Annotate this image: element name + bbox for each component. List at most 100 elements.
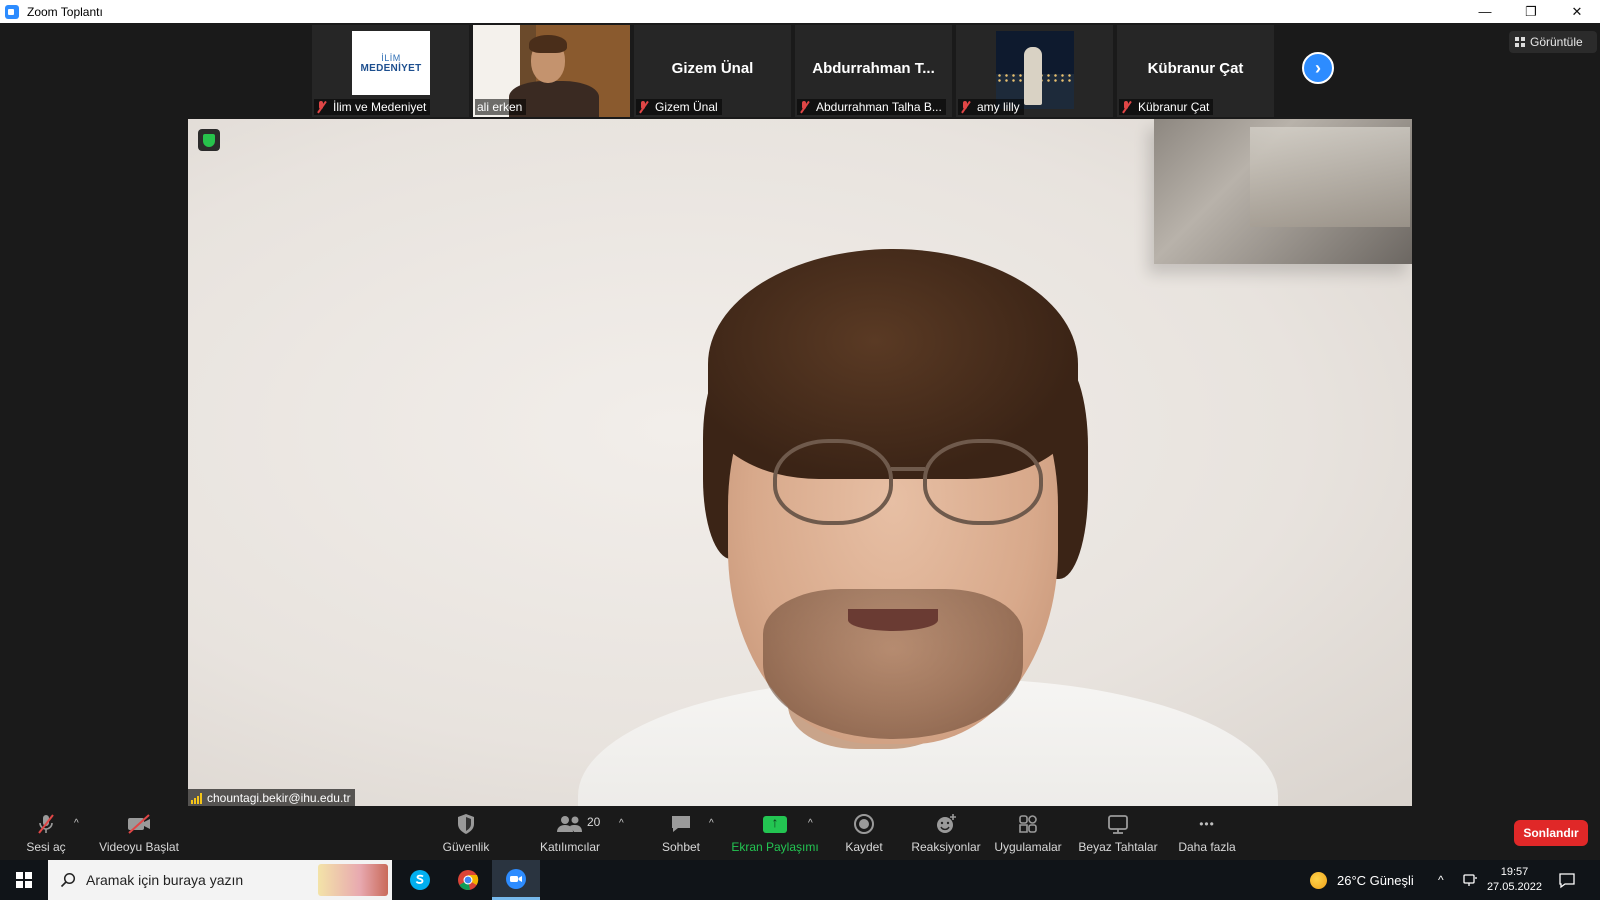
unmute-label: Sesi aç	[26, 840, 66, 854]
windows-taskbar: Aramak için buraya yazın 26°C Güneşli ^ …	[0, 860, 1600, 900]
chat-button[interactable]: Sohbet	[660, 812, 702, 858]
participant-name-label: ali erken	[475, 99, 527, 115]
participant-tile[interactable]: ali erken	[473, 25, 630, 117]
participant-tile[interactable]: amy lilly	[956, 25, 1113, 117]
whiteboards-button[interactable]: Beyaz Tahtalar	[1078, 812, 1158, 858]
active-speaker-video[interactable]: chountagi.bekir@ihu.edu.tr	[188, 119, 1412, 807]
mic-muted-icon	[316, 101, 327, 113]
taskbar-app-chrome[interactable]	[444, 860, 492, 900]
whiteboards-label: Beyaz Tahtalar	[1078, 840, 1158, 854]
participant-tile[interactable]: Abdurrahman T... Abdurrahman Talha B...	[795, 25, 952, 117]
meeting-toolbar: Sesi aç ^ Videoyu Başlat Güvenlik Katılı…	[0, 806, 1600, 860]
unmute-button[interactable]: Sesi aç	[24, 812, 68, 858]
video-off-icon	[125, 812, 153, 836]
clock-time: 19:57	[1500, 866, 1529, 878]
window-title: Zoom Toplantı	[27, 4, 103, 19]
reactions-button[interactable]: Reaksiyonlar	[911, 812, 981, 858]
next-page-button[interactable]: ›	[1302, 52, 1334, 84]
participant-name: Abdurrahman Talha B...	[816, 100, 942, 114]
share-screen-label: Ekran Paylaşımı	[731, 840, 819, 854]
participant-name: amy lilly	[977, 100, 1020, 114]
participant-display-name: Abdurrahman T...	[812, 60, 935, 77]
encryption-shield-icon[interactable]	[198, 129, 220, 151]
participant-name-label: Kübranur Çat	[1119, 99, 1214, 115]
title-bar: Zoom Toplantı — ❐ ✕	[0, 0, 1600, 23]
participant-name-label: Abdurrahman Talha B...	[797, 99, 946, 115]
participant-display-name: Gizem Ünal	[671, 60, 754, 77]
taskbar-app-skype[interactable]	[396, 860, 444, 900]
window-controls: — ❐ ✕	[1462, 0, 1600, 23]
zoom-icon	[506, 868, 526, 889]
view-button[interactable]: Görüntüle	[1509, 31, 1597, 53]
share-options-caret[interactable]: ^	[808, 818, 813, 829]
security-button[interactable]: Güvenlik	[440, 812, 492, 858]
participant-name-label: Gizem Ünal	[636, 99, 722, 115]
participant-name: İlim ve Medeniyet	[333, 100, 427, 114]
more-label: Daha fazla	[1178, 840, 1236, 854]
speaker-mouth	[848, 609, 938, 631]
participant-name: ali erken	[477, 100, 523, 114]
organization-logo: İLİM MEDENİYET	[352, 31, 430, 95]
chevron-right-icon: ›	[1315, 57, 1321, 78]
security-shield-icon	[456, 812, 476, 836]
participants-count: 20	[587, 815, 601, 829]
mic-muted-icon	[960, 101, 971, 113]
participants-label: Katılımcılar	[540, 840, 601, 854]
participant-tile[interactable]: İLİM MEDENİYET İlim ve Medeniyet	[312, 25, 469, 117]
reactions-label: Reaksiyonlar	[911, 840, 981, 854]
glasses-right-lens	[923, 439, 1043, 525]
grid-icon	[1515, 37, 1525, 47]
restore-button[interactable]: ❐	[1508, 0, 1554, 23]
participant-name-label: İlim ve Medeniyet	[314, 99, 431, 115]
taskbar-app-zoom[interactable]	[492, 860, 540, 900]
more-button[interactable]: ••• Daha fazla	[1177, 812, 1237, 858]
start-button[interactable]	[0, 860, 48, 900]
participant-tile[interactable]: Gizem Ünal Gizem Ünal	[634, 25, 791, 117]
meeting-stage: İLİM MEDENİYET İlim ve Medeniyet ali erk…	[0, 23, 1600, 807]
participant-name: Gizem Ünal	[655, 100, 718, 114]
logo-text-top: İLİM	[381, 52, 401, 63]
chat-bubble-icon	[669, 812, 693, 836]
connection-signal-icon	[191, 792, 202, 804]
participant-display-name: Kübranur Çat	[1147, 60, 1244, 77]
minimize-button[interactable]: —	[1462, 0, 1508, 23]
taskbar-clock[interactable]: 19:57 27.05.2022	[1487, 865, 1542, 895]
apps-button[interactable]: Uygulamalar	[993, 812, 1063, 858]
glasses-bridge	[891, 467, 925, 471]
participants-options-caret[interactable]: ^	[619, 818, 624, 829]
end-meeting-button[interactable]: Sonlandır	[1514, 820, 1588, 846]
tray-overflow-chevron[interactable]: ^	[1438, 860, 1444, 900]
glasses-left-lens	[773, 439, 893, 525]
record-button[interactable]: Kaydet	[844, 812, 884, 858]
wall-picture	[1154, 119, 1412, 264]
chat-label: Sohbet	[661, 840, 701, 854]
participants-icon	[555, 812, 585, 836]
sun-icon	[1310, 871, 1327, 889]
start-video-button[interactable]: Videoyu Başlat	[98, 812, 180, 858]
weather-text: 26°C Güneşli	[1337, 872, 1414, 888]
network-icon[interactable]	[1462, 860, 1478, 900]
weather-widget[interactable]: 26°C Güneşli	[1310, 860, 1414, 900]
search-icon	[60, 872, 76, 888]
chrome-icon	[458, 870, 479, 890]
mic-muted-icon	[638, 101, 649, 113]
record-icon	[853, 812, 875, 836]
mic-muted-icon	[1121, 101, 1132, 113]
taskbar-search[interactable]: Aramak için buraya yazın	[48, 860, 392, 900]
close-button[interactable]: ✕	[1554, 0, 1600, 23]
share-screen-button[interactable]: Ekran Paylaşımı	[731, 812, 819, 858]
apps-icon	[1017, 812, 1039, 836]
notification-center-button[interactable]	[1558, 860, 1576, 900]
skype-icon	[410, 870, 430, 890]
apps-label: Uygulamalar	[994, 840, 1062, 854]
search-highlight-illustration	[318, 864, 388, 896]
audio-options-caret[interactable]: ^	[74, 818, 79, 829]
smiley-icon	[934, 812, 958, 836]
microphone-muted-icon	[35, 812, 57, 836]
whiteboard-icon	[1106, 812, 1130, 836]
start-video-label: Videoyu Başlat	[99, 840, 179, 854]
participant-tile[interactable]: Kübranur Çat Kübranur Çat	[1117, 25, 1274, 117]
chat-options-caret[interactable]: ^	[709, 818, 714, 829]
notification-icon	[1559, 873, 1575, 889]
shield-icon	[203, 133, 215, 147]
